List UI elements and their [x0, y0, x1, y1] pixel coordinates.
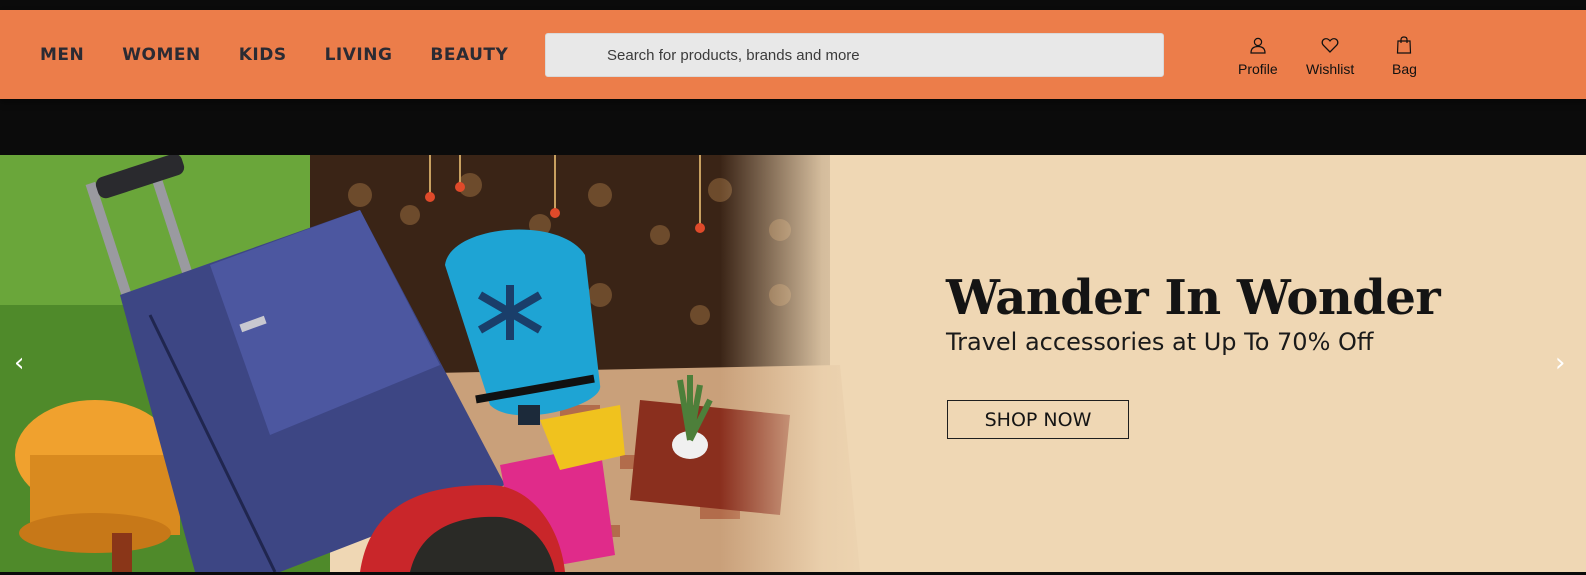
- bag-icon: [1395, 36, 1413, 59]
- hero-banner[interactable]: Wander In Wonder Travel accessories at U…: [0, 155, 1586, 572]
- site-header: MEN WOMEN KIDS LIVING BEAUTY Profile Wis…: [0, 10, 1586, 99]
- main-nav: MEN WOMEN KIDS LIVING BEAUTY: [40, 10, 546, 99]
- search-bar: [545, 33, 1164, 77]
- nav-item-women[interactable]: WOMEN: [122, 45, 200, 65]
- wishlist-label: Wishlist: [1306, 61, 1355, 77]
- carousel-next-icon[interactable]: ›: [1555, 350, 1565, 376]
- shop-now-button[interactable]: SHOP NOW: [947, 400, 1129, 439]
- user-icon: [1249, 36, 1267, 59]
- banner-fade: [720, 155, 890, 572]
- banner-subline: Travel accessories at Up To 70% Off: [946, 328, 1374, 356]
- carousel-prev-icon[interactable]: ‹: [14, 350, 24, 376]
- banner-headline: Wander In Wonder: [946, 270, 1441, 326]
- top-edge: [0, 0, 1586, 10]
- header-spacer: [0, 99, 1586, 155]
- heart-icon: [1321, 36, 1339, 59]
- nav-item-beauty[interactable]: BEAUTY: [430, 45, 508, 65]
- nav-item-men[interactable]: MEN: [40, 45, 84, 65]
- nav-item-kids[interactable]: KIDS: [239, 45, 287, 65]
- search-input[interactable]: [546, 34, 1163, 76]
- bag-label: Bag: [1392, 61, 1417, 77]
- profile-label: Profile: [1238, 61, 1278, 77]
- wishlist-button[interactable]: Wishlist: [1306, 36, 1354, 77]
- nav-item-living[interactable]: LIVING: [325, 45, 393, 65]
- bag-button[interactable]: Bag: [1392, 36, 1417, 77]
- profile-button[interactable]: Profile: [1238, 36, 1278, 77]
